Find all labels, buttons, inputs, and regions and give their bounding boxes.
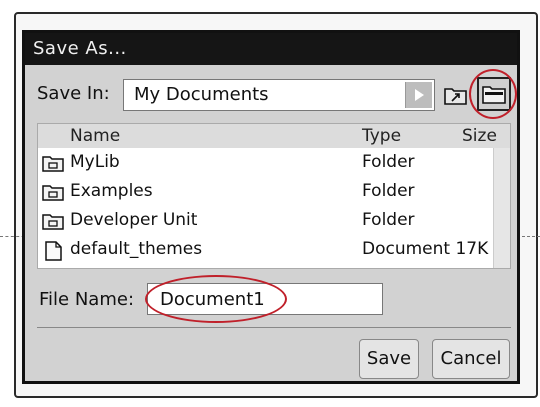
column-header-name[interactable]: Name	[70, 126, 120, 146]
file-name-cell: MyLib	[70, 152, 120, 172]
list-item[interactable]: MyLib Folder	[38, 148, 494, 177]
file-list: Name Type Size MyLib Folder Examples Fol…	[37, 123, 511, 269]
file-type-cell: Folder	[362, 210, 415, 230]
save-as-dialog: Save As... Save In: My Documents Name Ty…	[22, 30, 520, 384]
list-item[interactable]: Examples Folder	[38, 177, 494, 206]
annotation-circle	[145, 275, 287, 323]
file-list-header: Name Type Size	[38, 124, 510, 148]
save-in-dropdown[interactable]: My Documents	[123, 79, 435, 111]
folder-icon	[42, 185, 64, 201]
file-name-cell: default_themes	[70, 239, 203, 259]
column-header-type[interactable]: Type	[362, 126, 401, 146]
save-in-label: Save In:	[37, 83, 110, 104]
column-header-size[interactable]: Size	[462, 126, 497, 146]
folder-icon	[42, 214, 64, 230]
annotation-circle	[469, 69, 517, 119]
file-name-label: File Name:	[39, 289, 135, 310]
dialog-title: Save As...	[25, 33, 517, 65]
file-type-cell: Folder	[362, 181, 415, 201]
save-in-row: Save In: My Documents	[37, 69, 517, 119]
file-type-cell: Document 17K	[362, 239, 489, 259]
file-name-cell: Developer Unit	[70, 210, 198, 230]
file-list-scrollbar[interactable]	[493, 148, 510, 268]
file-name-cell: Examples	[70, 181, 153, 201]
list-item[interactable]: Developer Unit Folder	[38, 206, 494, 235]
folder-up-icon[interactable]	[443, 83, 469, 107]
file-type-cell: Folder	[362, 152, 415, 172]
save-in-value: My Documents	[134, 84, 269, 105]
cancel-button[interactable]: Cancel	[432, 339, 510, 379]
save-button[interactable]: Save	[359, 339, 419, 379]
document-icon	[45, 241, 62, 261]
list-item[interactable]: default_themes Document 17K	[38, 235, 494, 264]
file-name-row: File Name:	[37, 275, 511, 323]
divider	[37, 327, 511, 328]
dropdown-arrow-icon[interactable]	[405, 82, 432, 108]
folder-icon	[42, 156, 64, 172]
